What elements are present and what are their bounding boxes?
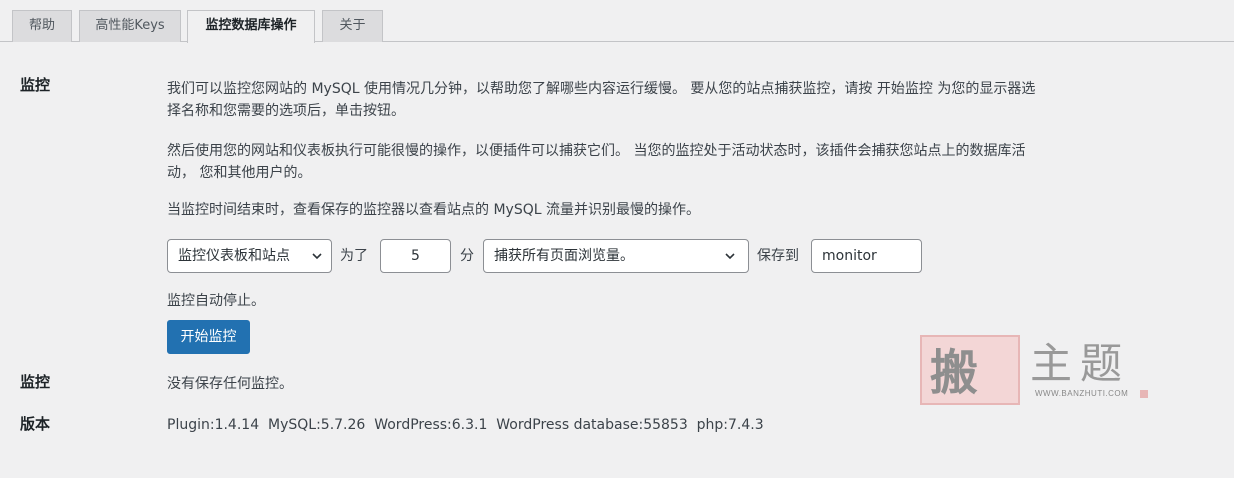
version-label: 版本 [20,415,51,433]
tab-about[interactable]: 关于 [322,10,383,42]
saved-monitors-label: 监控 [20,373,51,391]
for-label: 为了 [340,248,368,264]
chevron-down-icon [725,253,735,260]
capture-option-select[interactable]: 捕获所有页面浏览量。 [483,239,749,273]
auto-stop-note: 监控自动停止。 [167,293,265,309]
minutes-label: 分 [460,248,474,264]
monitor-target-select-value: 监控仪表板和站点 [178,248,290,264]
tab-high-performance-keys[interactable]: 高性能Keys [79,10,181,42]
start-monitor-button[interactable]: 开始监控 [167,320,250,354]
watermark-stamp-char: 搬 [930,345,979,401]
watermark-title: 主题 [1030,339,1131,388]
capture-option-select-value: 捕获所有页面浏览量。 [494,248,634,264]
monitor-section-label: 监控 [20,76,51,94]
chevron-down-icon [312,253,322,260]
monitor-name-input[interactable]: monitor [811,239,922,273]
watermark-stamp: 搬 [920,335,1020,405]
monitor-intro-paragraph: 我们可以监控您网站的 MySQL 使用情况几分钟，以帮助您了解哪些内容运行缓慢。… [167,81,1036,119]
watermark-url: WWW.BANZHUTI.COM [1035,389,1129,398]
plugin-settings-page: 帮助 高性能Keys 监控数据库操作 关于 监控 我们可以监控您网站的 MySQ… [0,0,1234,478]
version-value: Plugin:1.4.14 MySQL:5.7.26 WordPress:6.3… [167,417,764,433]
monitor-review-paragraph: 当监控时间结束时，查看保存的监控器以查看站点的 MySQL 流量并识别最慢的操作… [167,202,700,218]
tab-bar: 帮助 高性能Keys 监控数据库操作 关于 [0,0,1234,43]
monitor-usage-paragraph: 然后使用您的网站和仪表板执行可能很慢的操作，以便插件可以捕获它们。 当您的监控处… [167,143,1026,181]
site-watermark: 搬 主题 WWW.BANZHUTI.COM [920,335,1150,405]
watermark-red-mark [1140,390,1148,398]
save-to-label: 保存到 [757,248,799,264]
tab-help[interactable]: 帮助 [12,10,72,42]
saved-monitors-value: 没有保存任何监控。 [167,376,293,392]
monitor-target-select[interactable]: 监控仪表板和站点 [167,239,332,273]
duration-input[interactable]: 5 [380,239,451,273]
tab-monitor-database[interactable]: 监控数据库操作 [187,10,315,43]
